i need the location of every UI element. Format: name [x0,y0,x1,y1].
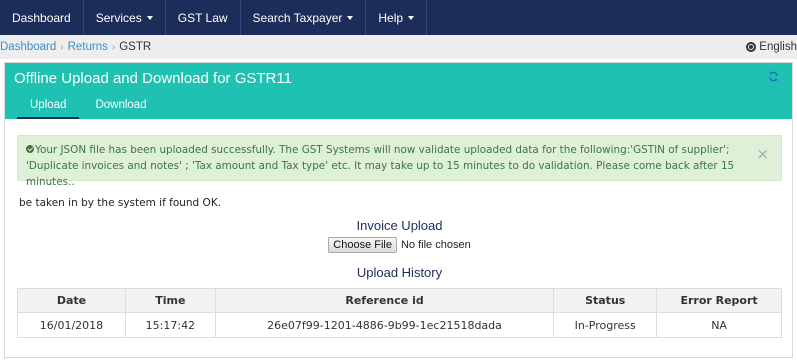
caret-down-icon [347,15,354,20]
column-header-reference-id: Reference id [214,288,555,313]
info-note: be taken in by the system if found OK. [19,197,222,209]
top-navbar: Dashboard Services GST Law Search Taxpay… [0,0,797,35]
invoice-upload-title: Invoice Upload [356,218,443,233]
caret-down-icon [146,15,153,20]
language-label: English [759,41,797,53]
table-row: 16/01/2018 15:17:42 26e07f99-1201-4886-9… [17,312,782,338]
table-header-row: Date Time Reference id Status Error Repo… [17,288,782,313]
success-alert: Your JSON file has been uploaded success… [17,135,782,188]
nav-gst-law[interactable]: GST Law [166,0,241,35]
upload-panel: Offline Upload and Download for GSTR11 U… [4,62,793,358]
caret-down-icon [408,15,415,20]
breadcrumb-bar: Dashboard › Returns › GSTR English [0,35,797,59]
nav-dashboard[interactable]: Dashboard [0,0,84,35]
breadcrumb: Dashboard › Returns › GSTR [0,41,151,53]
nav-dashboard-label: Dashboard [12,10,71,25]
upload-history-table: Date Time Reference id Status Error Repo… [17,288,782,338]
panel-header: Offline Upload and Download for GSTR11 U… [5,63,792,119]
breadcrumb-separator-icon: › [111,41,116,53]
choose-file-button[interactable]: Choose File [328,237,397,253]
nav-help[interactable]: Help [366,0,428,35]
nav-gst-law-label: GST Law [177,10,228,25]
globe-icon [746,42,757,52]
column-header-error-report: Error Report [656,288,782,313]
check-circle-icon [26,145,34,153]
nav-services-label: Services [95,10,142,25]
breadcrumb-current: GSTR [119,41,152,53]
column-header-time: Time [124,288,216,313]
tab-upload[interactable]: Upload [17,95,80,119]
nav-help-label: Help [378,10,404,25]
refresh-icon[interactable] [768,71,779,82]
upload-history-title: Upload History [356,265,443,280]
nav-services[interactable]: Services [84,0,166,35]
panel-tabs: Upload Download [5,95,160,119]
cell-reference-id: 26e07f99-1201-4886-9b99-1ec21518dada [214,312,555,338]
nav-search-taxpayer-label: Search Taxpayer [252,10,343,25]
page-title: Offline Upload and Download for GSTR11 [14,70,292,87]
column-header-status: Status [553,288,658,313]
nav-search-taxpayer[interactable]: Search Taxpayer [241,0,367,35]
cell-error-report: NA [656,312,782,338]
file-status-text: No file chosen [400,239,471,251]
cell-time: 15:17:42 [124,312,216,338]
breadcrumb-separator-icon: › [60,41,64,53]
cell-date: 16/01/2018 [17,312,126,338]
file-upload-control: Choose File No file chosen [5,237,794,253]
cell-status: In-Progress [553,312,658,338]
breadcrumb-returns-link[interactable]: Returns [68,41,108,53]
close-icon[interactable]: × [756,146,769,162]
language-selector[interactable]: English [746,41,797,53]
column-header-date: Date [17,288,126,313]
tab-download[interactable]: Download [82,95,159,119]
alert-message: Your JSON file has been uploaded success… [26,144,735,188]
breadcrumb-dashboard-link[interactable]: Dashboard [0,41,56,53]
